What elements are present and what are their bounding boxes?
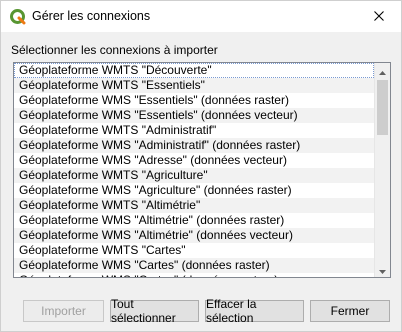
scroll-up-arrow[interactable] [375, 63, 390, 78]
scroll-down-arrow[interactable] [375, 262, 390, 277]
chevron-up-icon [379, 64, 386, 78]
list-item[interactable]: Géoplateforme WMS "Administratif" (donné… [14, 138, 374, 153]
select-all-button[interactable]: Tout sélectionner [110, 297, 199, 325]
list-item[interactable]: Géoplateforme WMTS "Essentiels" [14, 78, 374, 93]
connections-list[interactable]: Géoplateforme WMTS "Découverte" Géoplatef… [13, 62, 391, 278]
scrollbar-thumb[interactable] [377, 80, 388, 135]
title-bar: Gérer les connexions [1, 1, 401, 32]
list-item[interactable]: Géoplateforme WMTS "Cartes" [14, 243, 374, 258]
section-label: Sélectionner les connexions à importer [11, 43, 218, 57]
list-item[interactable]: Géoplateforme WMS "Altimétrie" (données … [14, 213, 374, 228]
list-item[interactable]: Géoplateforme WMS "Essentiels" (données … [14, 93, 374, 108]
window-title: Gérer les connexions [32, 9, 151, 23]
import-button[interactable]: Importer [23, 300, 104, 322]
vertical-scrollbar[interactable] [374, 63, 390, 277]
list-item[interactable]: Géoplateforme WMS "Cartes" (données rast… [14, 258, 374, 273]
clear-selection-button[interactable]: Effacer la sélection [205, 297, 304, 325]
list-item[interactable]: Géoplateforme WMS "Cartes" (données vect… [14, 273, 374, 277]
chevron-down-icon [379, 263, 386, 277]
close-window-button[interactable] [357, 1, 401, 32]
list-item[interactable]: Géoplateforme WMS "Essentiels" (données … [14, 108, 374, 123]
close-button[interactable]: Fermer [310, 300, 390, 322]
list-item[interactable]: Géoplateforme WMS "Agriculture" (données… [14, 183, 374, 198]
connections-rows: Géoplateforme WMTS "Découverte" Géoplatef… [14, 63, 374, 277]
list-item[interactable]: Géoplateforme WMS "Altimétrie" (données … [14, 228, 374, 243]
list-item[interactable]: Géoplateforme WMTS "Administratif" [14, 123, 374, 138]
list-item[interactable]: Géoplateforme WMTS "Découverte" [14, 63, 374, 78]
list-item[interactable]: Géoplateforme WMTS "Altimétrie" [14, 198, 374, 213]
dialog-window: Gérer les connexions Sélectionner les co… [0, 0, 402, 332]
close-icon [374, 10, 384, 24]
qgis-icon [10, 9, 26, 25]
list-item[interactable]: Géoplateforme WMTS "Agriculture" [14, 168, 374, 183]
list-item[interactable]: Géoplateforme WMS "Adresse" (données vec… [14, 153, 374, 168]
